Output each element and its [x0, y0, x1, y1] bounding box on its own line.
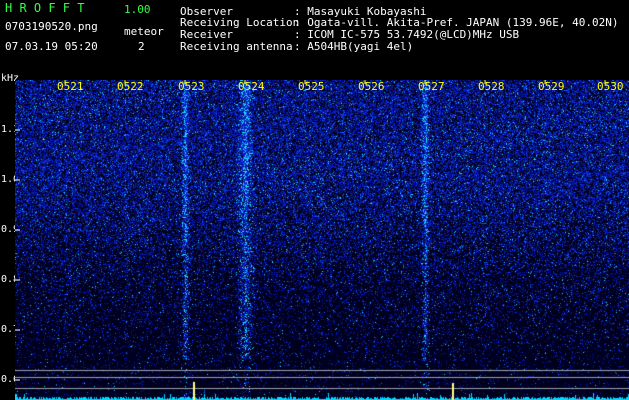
time-tick-label: 0529: [538, 80, 565, 93]
time-tick-label: 0524: [238, 80, 265, 93]
meteor-label: meteor: [124, 25, 164, 38]
hrofft-window: H R O F F T 1.00 0703190520.png meteor 0…: [0, 0, 629, 400]
info-antenna-value: : A504HB(yagi 4el): [294, 40, 414, 53]
info-receiver-value: : ICOM IC-575 53.7492(@LCD)MHz USB: [294, 28, 520, 41]
app-title: H R O F F T: [5, 1, 85, 15]
app-version: 1.00: [124, 3, 151, 16]
datetime-label: 07.03.19 05:20: [5, 40, 98, 53]
spectrogram-overlay: [15, 80, 606, 381]
time-tick-label: 0525: [298, 80, 325, 93]
time-tick-label: 0521: [57, 80, 84, 93]
time-tick-label: 0527: [418, 80, 445, 93]
info-receiver-label: Receiver: [180, 28, 233, 41]
time-tick-label: 0526: [358, 80, 385, 93]
info-antenna-label: Receiving antenna: [180, 40, 293, 53]
info-location-label: Receiving Location: [180, 16, 300, 29]
filename-label: 0703190520.png: [5, 20, 98, 33]
info-location-value: : Ogata-vill. Akita-Pref. JAPAN (139.96E…: [294, 16, 619, 29]
time-tick-label: 0530: [597, 80, 624, 93]
time-tick-label: 0522: [117, 80, 144, 93]
time-tick-label: 0528: [478, 80, 505, 93]
time-tick-label: 0523: [178, 80, 205, 93]
meteor-count: 2: [138, 40, 145, 53]
